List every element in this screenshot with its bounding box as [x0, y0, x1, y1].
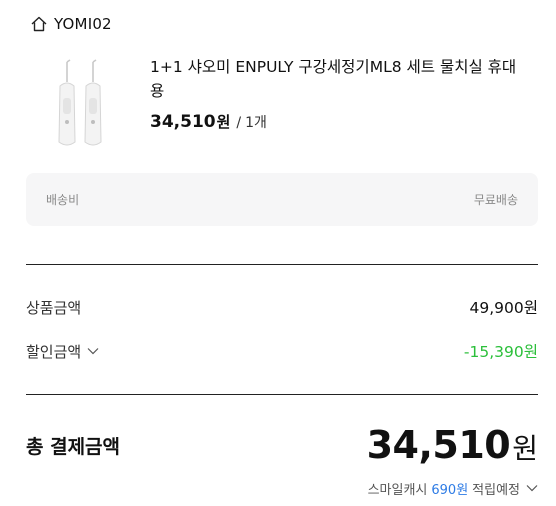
- chevron-down-icon[interactable]: [526, 484, 538, 492]
- smile-cash-label: 스마일캐시: [367, 482, 428, 498]
- smile-cash-suffix: 적립예정: [472, 482, 520, 498]
- product-thumbnail[interactable]: [36, 52, 126, 157]
- total-payment-row: 총 결제금액 34,510 원: [26, 420, 538, 470]
- discount-amount-row: 할인금액 -15,390원: [26, 338, 538, 364]
- goods-amount-value: 49,900원: [469, 299, 539, 317]
- chevron-down-icon[interactable]: [87, 347, 99, 355]
- total-payment-number: 34,510: [366, 423, 511, 467]
- total-payment-currency: 원: [512, 432, 538, 465]
- shipping-box: 배송비 무료배송: [26, 173, 538, 226]
- store-header[interactable]: YOMI02: [30, 12, 112, 36]
- store-name[interactable]: YOMI02: [54, 15, 112, 33]
- discount-amount-label: 할인금액: [26, 342, 82, 361]
- smile-cash-info[interactable]: 스마일캐시 690원 적립예정: [368, 478, 538, 498]
- total-payment-amount: 34,510 원: [367, 423, 538, 467]
- product-info: 1+1 샤오미 ENPULY 구강세정기ML8 세트 물치실 휴대용 34,51…: [150, 55, 530, 132]
- shipping-value: 무료배송: [473, 193, 518, 207]
- product-name[interactable]: 1+1 샤오미 ENPULY 구강세정기ML8 세트 물치실 휴대용: [150, 55, 530, 103]
- divider: [26, 264, 538, 265]
- product-price: 34,510 원 / 1개: [150, 111, 530, 132]
- product-price-currency: 원: [216, 113, 231, 131]
- home-icon: [31, 16, 47, 32]
- goods-amount-row: 상품금액 49,900원: [26, 294, 538, 320]
- divider: [26, 394, 538, 395]
- shipping-label: 배송비: [46, 193, 80, 207]
- smile-cash-points: 690원: [431, 482, 469, 498]
- discount-amount-value: -15,390원: [463, 343, 538, 361]
- goods-amount-label: 상품금액: [26, 298, 82, 317]
- product-quantity: 1개: [245, 115, 267, 131]
- price-separator: /: [236, 115, 242, 131]
- total-payment-label: 총 결제금액: [26, 435, 121, 458]
- product-price-amount: 34,510: [150, 112, 216, 132]
- discount-toggle[interactable]: 할인금액: [26, 341, 99, 362]
